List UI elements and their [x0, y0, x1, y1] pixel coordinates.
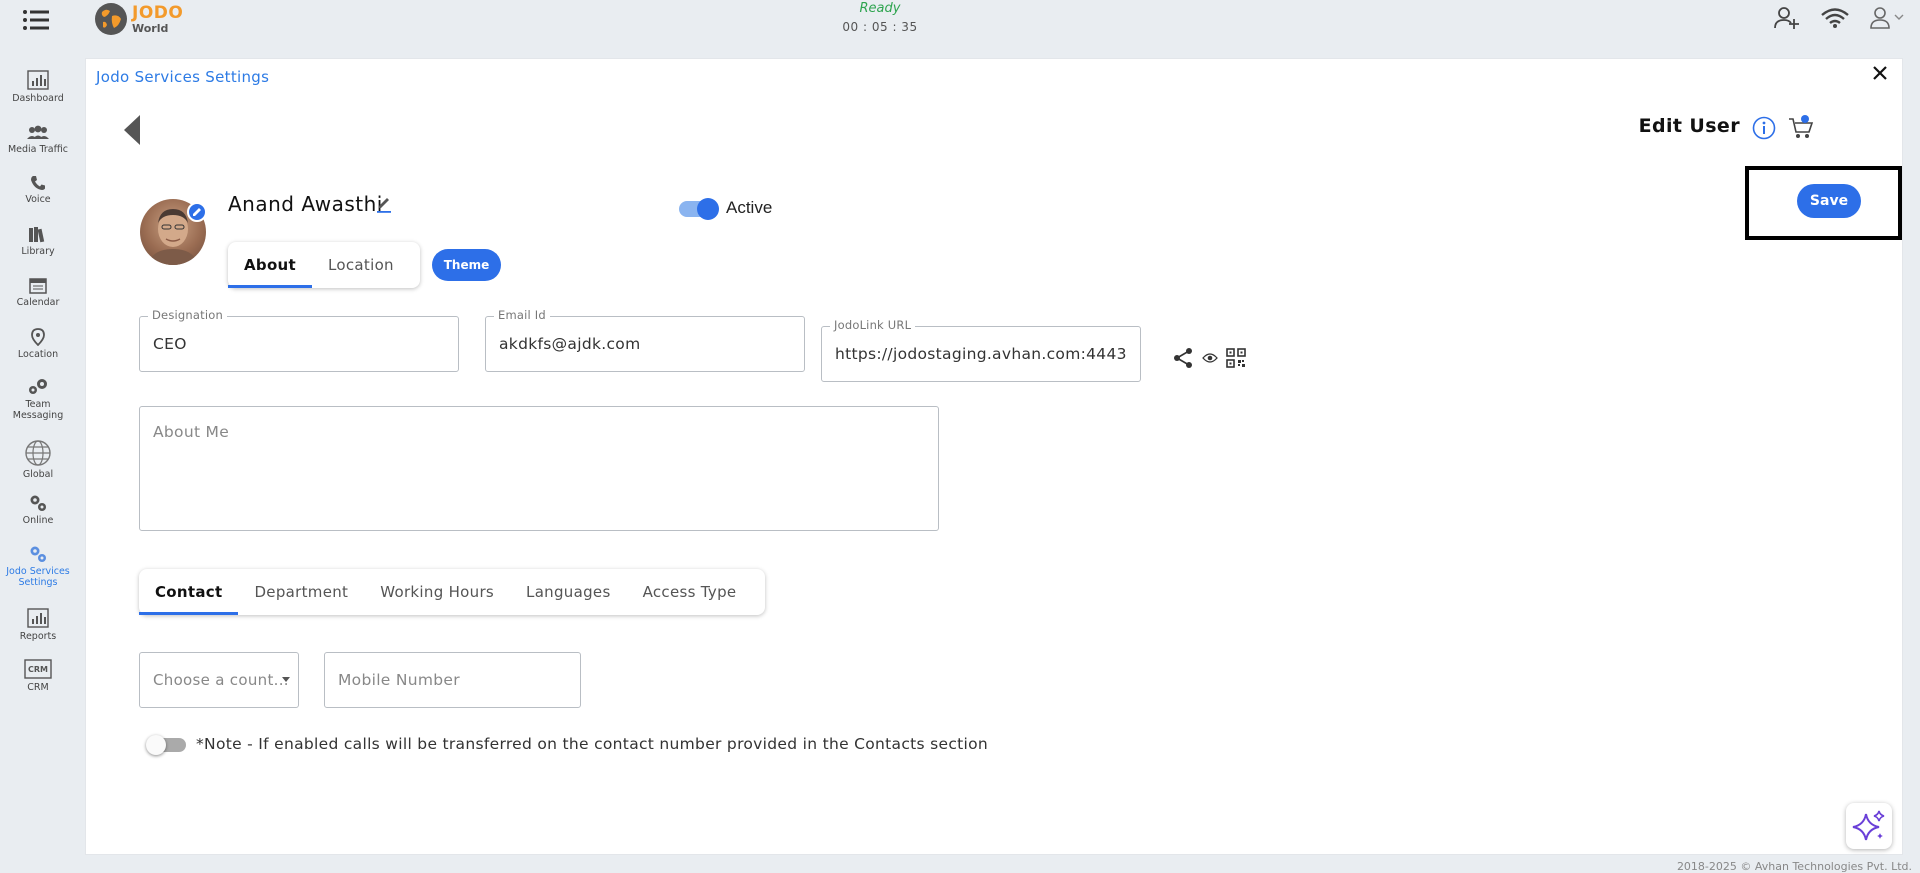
user-name: Anand Awasthi	[228, 192, 383, 216]
cart-icon[interactable]	[1788, 115, 1814, 141]
location-pin-icon	[31, 328, 45, 346]
tab-access-type[interactable]: Access Type	[627, 569, 753, 615]
add-user-icon[interactable]	[1774, 6, 1800, 30]
ai-assistant-button[interactable]	[1846, 803, 1892, 849]
sidebar-item-jodo-services-settings[interactable]: Jodo Services Settings	[0, 545, 76, 588]
sidebar-item-calendar[interactable]: Calendar	[0, 276, 76, 308]
sidebar-item-label: Jodo Services Settings	[6, 566, 70, 588]
edit-name-pencil-icon[interactable]	[376, 196, 392, 214]
about-me-textarea[interactable]	[153, 423, 925, 483]
call-transfer-note: *Note - If enabled calls will be transfe…	[196, 735, 989, 753]
sidebar-item-label: Team Messaging	[12, 399, 64, 421]
sidebar-item-library[interactable]: Library	[0, 226, 76, 257]
wifi-icon[interactable]	[1820, 7, 1850, 29]
tab-location[interactable]: Location	[312, 242, 410, 288]
settings-gears-icon	[30, 546, 46, 562]
pencil-icon	[193, 208, 201, 216]
brand-line-1: JODO	[132, 2, 184, 23]
theme-button[interactable]: Theme	[432, 249, 501, 281]
top-right-icons	[1774, 6, 1904, 30]
sidebar-item-dashboard[interactable]: Dashboard	[0, 70, 76, 104]
panel-title: Jodo Services Settings	[96, 68, 270, 86]
avatar-edit-button[interactable]	[187, 202, 207, 222]
profile-tabs: About Location	[228, 242, 420, 288]
sidebar-item-voice[interactable]: Voice	[0, 175, 76, 205]
sidebar-item-label: Library	[21, 246, 55, 257]
users-icon	[27, 125, 49, 139]
active-toggle[interactable]	[679, 198, 719, 220]
tab-department[interactable]: Department	[238, 569, 364, 615]
sidebar-item-label: Media Traffic	[7, 144, 69, 155]
brand-text: JODO World	[132, 2, 184, 35]
sidebar-item-crm[interactable]: CRM CRM	[0, 659, 76, 693]
sidebar-item-team-messaging[interactable]: Team Messaging	[0, 378, 76, 421]
sidebar-item-label: Global	[22, 469, 54, 480]
sidebar-item-label: Online	[22, 515, 54, 526]
crm-icon: CRM	[24, 659, 52, 679]
sidebar-item-location[interactable]: Location	[0, 328, 76, 360]
gears-icon	[30, 495, 46, 511]
share-icon[interactable]	[1172, 347, 1194, 369]
session-timer: 00 : 05 : 35	[842, 20, 918, 34]
sidebar-item-label: Reports	[19, 631, 57, 642]
books-icon	[29, 227, 45, 243]
chat-gear-icon	[29, 379, 47, 394]
email-input[interactable]	[499, 317, 797, 371]
jodolink-url-input[interactable]	[835, 327, 1133, 381]
tab-languages[interactable]: Languages	[510, 569, 627, 615]
edit-user-title: Edit User	[1638, 115, 1740, 137]
tab-working-hours[interactable]: Working Hours	[364, 569, 510, 615]
close-icon[interactable]	[1870, 63, 1890, 83]
sidebar-item-label: Calendar	[16, 297, 60, 308]
designation-input[interactable]	[153, 317, 451, 371]
info-icon[interactable]	[1752, 116, 1776, 140]
eye-icon[interactable]	[1202, 352, 1218, 364]
brand-line-2: World	[132, 21, 169, 35]
save-button[interactable]: Save	[1797, 184, 1861, 218]
sidebar-item-label: Dashboard	[12, 93, 64, 104]
country-select[interactable]	[139, 652, 299, 708]
save-highlight-box: Save	[1745, 166, 1902, 240]
chevron-down-icon	[282, 677, 290, 682]
globe-logo-icon	[95, 3, 127, 35]
about-me-field	[139, 406, 939, 531]
tab-contact[interactable]: Contact	[139, 569, 239, 615]
calendar-icon	[29, 278, 47, 294]
dashboard-icon	[27, 70, 49, 90]
sidebar-item-reports[interactable]: Reports	[0, 608, 76, 642]
status-text: Ready	[859, 1, 901, 16]
country-select-input[interactable]	[153, 653, 291, 707]
sidebar-item-label: CRM	[27, 682, 49, 693]
qr-code-icon[interactable]	[1226, 348, 1246, 368]
sparkle-icon	[1852, 810, 1885, 841]
hamburger-menu-icon[interactable]	[22, 9, 50, 31]
report-icon	[27, 608, 49, 628]
call-status: Ready 00 : 05 : 35	[840, 1, 920, 34]
mobile-number-field	[324, 652, 581, 708]
url-actions	[1172, 347, 1246, 369]
sidebar-item-label: Voice	[25, 194, 51, 205]
top-bar: JODO World Ready 00 : 05 : 35	[0, 0, 1920, 58]
footer-copyright: 2018-2025 © Avhan Technologies Pvt. Ltd.	[1676, 860, 1912, 873]
phone-icon	[31, 176, 45, 190]
jodolink-url-field: JodoLink URL	[821, 318, 1141, 382]
sidebar: Dashboard Media Traffic Voice Library Ca…	[0, 58, 76, 873]
jodo-world-logo[interactable]: JODO World	[94, 2, 183, 36]
mobile-number-input[interactable]	[338, 653, 573, 707]
settings-panel: Jodo Services Settings Edit User Save An…	[85, 58, 1903, 855]
active-label: Active	[726, 198, 773, 217]
sidebar-item-online[interactable]: Online	[0, 494, 76, 526]
svg-text:CRM: CRM	[28, 665, 48, 674]
user-profile-dropdown-icon[interactable]	[1870, 6, 1904, 30]
tab-about[interactable]: About	[228, 242, 313, 288]
contact-tabs: Contact Department Working Hours Languag…	[139, 569, 765, 615]
sidebar-item-media-traffic[interactable]: Media Traffic	[0, 125, 76, 155]
sidebar-item-global[interactable]: Global	[0, 440, 76, 480]
sidebar-item-label: Location	[17, 349, 59, 360]
globe-icon	[25, 440, 51, 466]
email-field: Email Id	[485, 308, 805, 372]
call-transfer-toggle[interactable]	[146, 735, 186, 755]
designation-field: Designation	[139, 308, 459, 372]
back-arrow-icon[interactable]	[122, 113, 142, 147]
